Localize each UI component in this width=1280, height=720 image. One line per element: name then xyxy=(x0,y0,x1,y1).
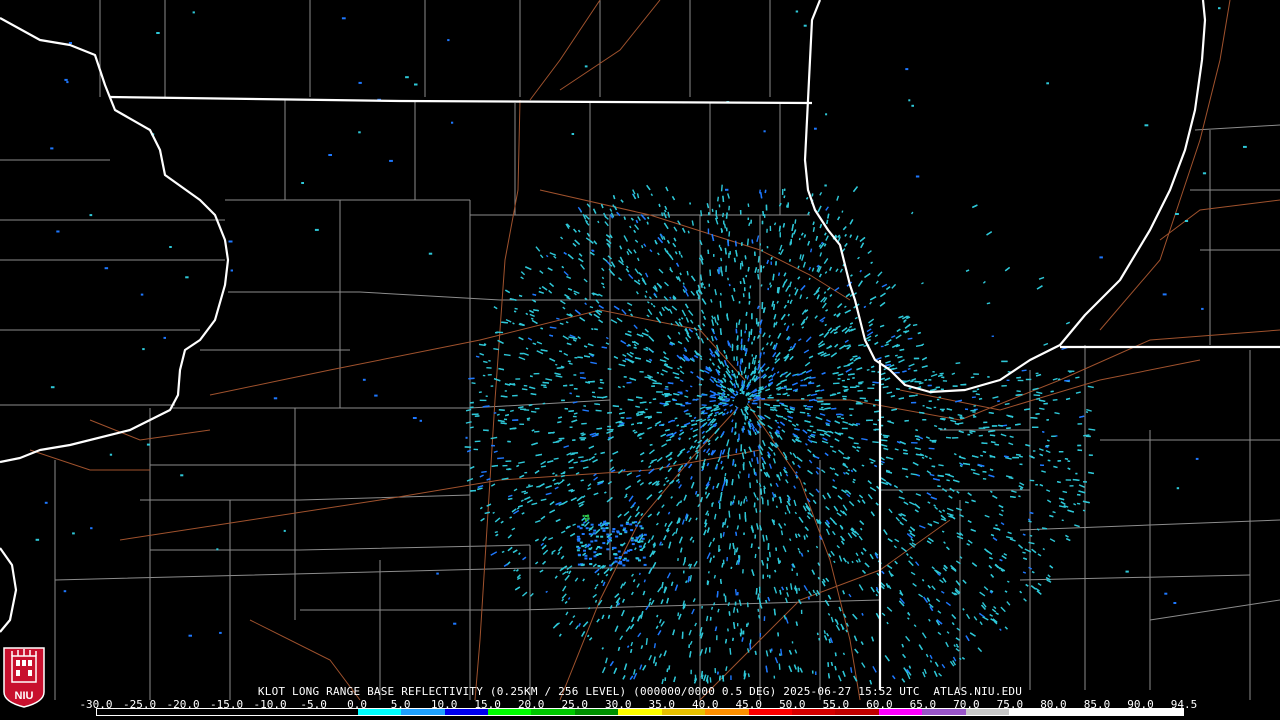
county-line xyxy=(150,544,531,551)
colorbar-segment xyxy=(618,709,662,715)
colorbar-segment xyxy=(401,709,445,715)
radar-map xyxy=(0,0,1280,701)
radar-site-marker xyxy=(734,394,748,408)
colorbar-segment xyxy=(574,709,619,715)
highway-line xyxy=(529,0,601,101)
niu-logo-icon: NIU xyxy=(3,647,45,708)
colorbar-segment xyxy=(878,709,923,715)
highway-line xyxy=(119,449,761,541)
colorbar-segment xyxy=(748,709,792,715)
highway-line xyxy=(744,399,861,701)
county-line xyxy=(1019,574,1251,581)
radar-echoes xyxy=(35,7,1247,685)
state-boundary xyxy=(0,547,18,633)
highway-line xyxy=(899,359,1201,411)
colorbar-segment xyxy=(227,709,271,715)
county-line xyxy=(54,567,700,581)
colorbar-segment xyxy=(183,709,228,715)
state-boundaries xyxy=(0,0,1280,690)
colorbar-segment xyxy=(705,709,749,715)
logo-text: NIU xyxy=(15,690,34,702)
colorbar-segment xyxy=(922,709,966,715)
colorbar-segment xyxy=(97,709,141,715)
highway-line xyxy=(29,449,150,471)
state-boundary xyxy=(803,0,1207,394)
county-boundaries xyxy=(0,0,1280,700)
county-line xyxy=(1194,124,1280,131)
colorbar-segment xyxy=(357,709,402,715)
county-line xyxy=(140,494,471,501)
county-line xyxy=(1149,599,1280,621)
colorbar-segment xyxy=(1139,709,1183,715)
product-caption: KLOT LONG RANGE BASE REFLECTIVITY (0.25K… xyxy=(257,685,1023,698)
state-boundary xyxy=(0,17,230,464)
colorbar-segment xyxy=(661,709,706,715)
colorbar-segment xyxy=(835,709,879,715)
highway-line xyxy=(559,0,661,91)
colorbar-segment xyxy=(444,709,488,715)
colorbar-segment xyxy=(965,709,1010,715)
colorbar-segment xyxy=(1052,709,1097,715)
colorbar-segment xyxy=(531,709,575,715)
colorbar-segment xyxy=(314,709,358,715)
colorbar-segment xyxy=(792,709,836,715)
county-line xyxy=(228,291,610,301)
colorbar-segment xyxy=(1096,709,1140,715)
colorbar-segment xyxy=(140,709,184,715)
colorbar-segment xyxy=(487,709,532,715)
colorbar-segment xyxy=(270,709,315,715)
state-boundary xyxy=(109,95,813,105)
county-line xyxy=(300,599,881,611)
colorbar-segment xyxy=(1009,709,1053,715)
highway-line xyxy=(539,189,851,301)
reflectivity-colorbar xyxy=(96,708,1184,716)
